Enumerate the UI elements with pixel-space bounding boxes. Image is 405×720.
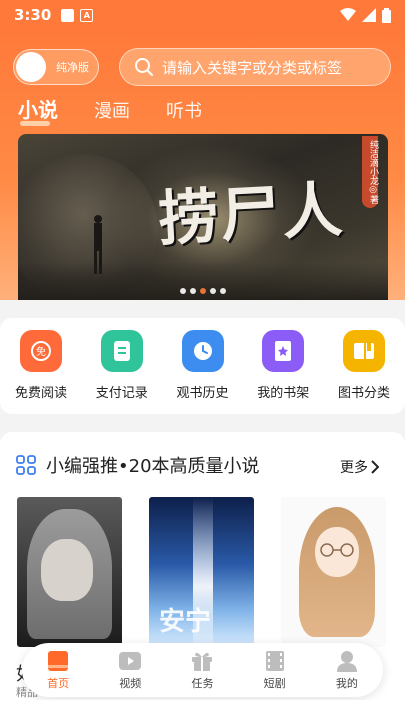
- book-cover[interactable]: 安宁: [149, 497, 254, 647]
- bottom-navigation: 首页 视频 任务 短剧 我的: [22, 643, 383, 697]
- nav-tasks[interactable]: 任务: [177, 650, 227, 691]
- status-time: 3:30: [14, 6, 52, 24]
- gift-icon: [192, 652, 213, 671]
- chevron-right-icon: [371, 460, 379, 474]
- pure-mode-toggle[interactable]: 纯净版: [13, 49, 99, 85]
- nav-label: 我的: [335, 676, 358, 690]
- quick-label: 我的书架: [257, 386, 310, 401]
- pagination-dot[interactable]: [220, 288, 226, 294]
- tab-novel[interactable]: 小说: [18, 94, 58, 126]
- video-play-icon: [119, 651, 142, 670]
- toggle-knob: [16, 52, 46, 82]
- quick-free-read[interactable]: 免 免费阅读: [9, 318, 73, 414]
- nav-home[interactable]: 首页: [33, 650, 83, 691]
- payment-record-icon: [100, 330, 143, 372]
- toggle-label: 纯净版: [56, 61, 89, 74]
- recommend-header: 小编强推•20本高质量小说: [16, 452, 260, 478]
- pagination-dot[interactable]: [210, 288, 216, 294]
- cover-art-glasses: [320, 543, 354, 557]
- pagination-dot[interactable]: [190, 288, 196, 294]
- nav-label: 短剧: [263, 676, 286, 690]
- tab-audiobook[interactable]: 听书: [166, 97, 202, 123]
- quick-label: 图书分类: [337, 386, 390, 401]
- banner-pagination: [180, 288, 226, 294]
- bookshelf-icon: [262, 330, 305, 372]
- more-link[interactable]: 更多: [340, 457, 379, 477]
- category-tabs: 小说 漫画 听书: [18, 94, 202, 126]
- pagination-dot[interactable]: [180, 288, 186, 294]
- svg-text:免: 免: [36, 345, 46, 358]
- search-input[interactable]: 请输入关键字或分类或标签: [119, 48, 391, 86]
- notification-square-icon: [61, 8, 75, 22]
- book-cover[interactable]: [281, 497, 386, 647]
- grid-apps-icon: [16, 455, 36, 475]
- nav-label: 任务: [191, 676, 214, 690]
- status-bar: 3:30 A: [0, 0, 405, 30]
- user-icon: [336, 650, 357, 672]
- cover-title-art: 安宁: [159, 607, 212, 637]
- notification-a-icon: A: [80, 8, 94, 22]
- quick-actions: 免 免费阅读 支付记录 观书历史 我的书架 图书分类: [0, 318, 405, 414]
- more-label: 更多: [340, 460, 368, 476]
- signal-icon: [362, 8, 376, 22]
- home-book-icon: [48, 650, 69, 671]
- film-icon: [265, 650, 284, 671]
- banner-author-tag: 纯洁滴小龙◎著: [362, 136, 378, 208]
- book-cover[interactable]: [17, 497, 122, 647]
- battery-icon: [382, 7, 391, 23]
- history-clock-icon: [181, 330, 224, 372]
- wifi-icon: [340, 8, 356, 21]
- nav-label: 视频: [119, 676, 142, 690]
- quick-history[interactable]: 观书历史: [171, 318, 235, 414]
- search-placeholder: 请输入关键字或分类或标签: [162, 58, 343, 77]
- quick-label: 支付记录: [95, 386, 148, 401]
- quick-category[interactable]: 图书分类: [332, 318, 396, 414]
- search-icon: [135, 58, 153, 76]
- cover-art-face: [41, 539, 93, 601]
- free-read-icon: 免: [20, 330, 62, 372]
- tab-comic[interactable]: 漫画: [94, 97, 130, 123]
- system-home-bar: [0, 700, 405, 720]
- banner-title: 捞尸人: [156, 175, 346, 255]
- recommend-title: 小编强推•20本高质量小说: [46, 456, 260, 477]
- banner-ground: [18, 262, 388, 302]
- quick-bookshelf[interactable]: 我的书架: [251, 318, 315, 414]
- quick-payment-record[interactable]: 支付记录: [90, 318, 154, 414]
- nav-video[interactable]: 视频: [105, 650, 155, 691]
- quick-label: 观书历史: [176, 386, 229, 401]
- category-book-icon: [343, 330, 385, 372]
- nav-short-drama[interactable]: 短剧: [250, 650, 300, 691]
- pagination-dot-active[interactable]: [200, 288, 206, 294]
- featured-banner[interactable]: 捞尸人 纯洁滴小龙◎著: [18, 134, 388, 302]
- nav-profile[interactable]: 我的: [322, 650, 372, 691]
- quick-label: 免费阅读: [14, 386, 67, 401]
- nav-label: 首页: [47, 676, 70, 690]
